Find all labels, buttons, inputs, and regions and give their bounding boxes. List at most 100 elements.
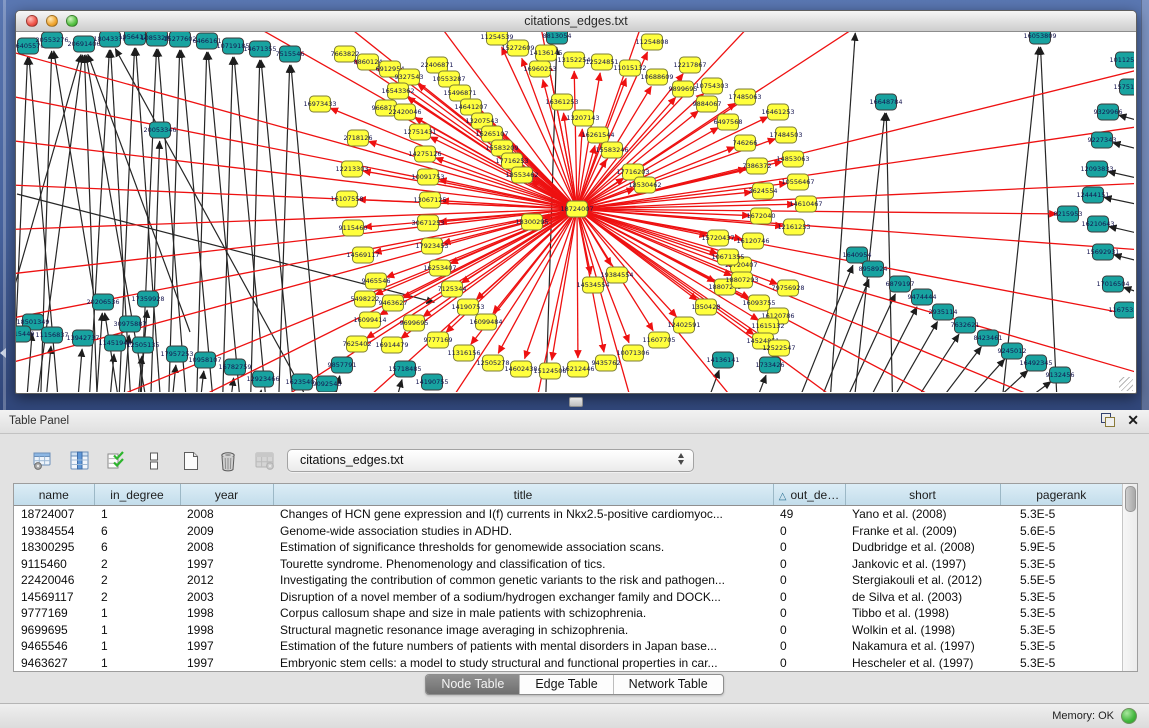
graph-node[interactable]: 1672040 — [747, 208, 776, 224]
graph-node[interactable]: 3624554 — [749, 183, 778, 199]
table-cell[interactable]: Disruption of a novel member of a sodium… — [273, 588, 773, 604]
graph-node[interactable]: 79756928 — [771, 280, 804, 296]
column-header-short[interactable]: short — [845, 484, 1000, 506]
table-cell[interactable]: 2012 — [180, 572, 273, 588]
graph-node[interactable]: 16261544 — [581, 127, 614, 143]
column-header-name[interactable]: name — [14, 484, 94, 506]
table-row[interactable]: 1830029562008Estimation of significance … — [14, 539, 1122, 555]
graph-node[interactable]: 9132456 — [1046, 367, 1075, 383]
table-cell[interactable]: 2008 — [180, 539, 273, 555]
graph-node[interactable]: 14275126 — [408, 146, 441, 162]
table-cell[interactable]: 5.3E-5 — [1000, 605, 1122, 621]
graph-node[interactable]: 8958924 — [859, 261, 888, 277]
table-cell[interactable]: Structural magnetic resonance image aver… — [273, 621, 773, 637]
graph-node[interactable]: 9329966 — [1094, 104, 1123, 120]
table-cell[interactable]: 5.3E-5 — [1000, 506, 1122, 523]
graph-node[interactable]: 16210643 — [1081, 216, 1114, 232]
table-row[interactable]: 1456911722003Disruption of a novel membe… — [14, 588, 1122, 604]
row-height-button[interactable] — [141, 448, 167, 474]
graph-node[interactable]: 14190755 — [415, 374, 448, 390]
table-cell[interactable]: 0 — [773, 588, 845, 604]
graph-node[interactable]: 9092545 — [313, 376, 342, 392]
table-cell[interactable]: 19384554 — [14, 523, 94, 539]
table-cell[interactable]: 22420046 — [14, 572, 94, 588]
graph-node[interactable]: 7632621 — [951, 317, 980, 333]
graph-node[interactable]: 9463627 — [379, 295, 408, 311]
delete-table-button[interactable] — [215, 448, 241, 474]
table-cell[interactable]: Franke et al. (2009) — [845, 523, 1000, 539]
graph-node[interactable]: 8423461 — [974, 330, 1003, 346]
graph-node[interactable]: 9884067 — [693, 96, 722, 112]
table-cell[interactable]: 0 — [773, 539, 845, 555]
graph-node[interactable]: 30975887 — [113, 316, 146, 332]
table-cell[interactable]: 1 — [94, 638, 180, 654]
graph-node[interactable]: 5498222 — [351, 291, 380, 307]
select-rows-check-button[interactable] — [104, 448, 130, 474]
graph-node[interactable]: 9699695 — [400, 315, 429, 331]
table-cell[interactable]: 5.3E-5 — [1000, 621, 1122, 637]
close-panel-icon[interactable]: ✕ — [1127, 413, 1139, 427]
graph-node[interactable]: 10071306 — [616, 345, 649, 361]
graph-node[interactable]: 10112534 — [1109, 52, 1134, 68]
table-cell[interactable]: 9699695 — [14, 621, 94, 637]
graph-node[interactable]: 7515546 — [276, 46, 305, 62]
east-panel-divider[interactable] — [1141, 0, 1149, 410]
table-cell[interactable]: 1 — [94, 605, 180, 621]
table-cell[interactable]: 5.3E-5 — [1000, 638, 1122, 654]
graph-node[interactable]: 10754303 — [695, 78, 728, 94]
table-cell[interactable]: 5.6E-5 — [1000, 523, 1122, 539]
table-row[interactable]: 2242004622012Investigating the contribut… — [14, 572, 1122, 588]
table-cell[interactable]: Investigating the contribution of common… — [273, 572, 773, 588]
graph-node[interactable]: 13207143 — [566, 110, 599, 126]
import-table-button-disabled[interactable] — [252, 448, 278, 474]
graph-node[interactable]: 14136141 — [706, 352, 739, 368]
graph-node[interactable]: 746266 — [733, 135, 758, 151]
table-cell[interactable]: 1 — [94, 506, 180, 523]
table-cell[interactable]: 0 — [773, 523, 845, 539]
table-cell[interactable]: 1997 — [180, 555, 273, 571]
table-row[interactable]: 911546021997Tourette syndrome. Phenomeno… — [14, 555, 1122, 571]
graph-node[interactable]: 14569117 — [346, 247, 379, 263]
scrollbar-thumb[interactable] — [1125, 486, 1136, 512]
table-cell[interactable]: 5.3E-5 — [1000, 588, 1122, 604]
select-column-button[interactable] — [67, 448, 93, 474]
table-settings-button[interactable] — [30, 448, 56, 474]
node-table-grid[interactable]: namein_degreeyeartitle△out_de…shortpager… — [14, 484, 1122, 671]
table-cell[interactable]: Embryonic stem cells: a model to study s… — [273, 654, 773, 671]
tab-edge-table[interactable]: Edge Table — [519, 675, 612, 694]
table-cell[interactable]: 2 — [94, 588, 180, 604]
table-cell[interactable]: 2003 — [180, 588, 273, 604]
tab-network-table[interactable]: Network Table — [613, 675, 723, 694]
table-cell[interactable]: 6 — [94, 523, 180, 539]
table-cell[interactable]: 49 — [773, 506, 845, 523]
collapse-west-panel-arrow-icon[interactable] — [0, 348, 6, 358]
graph-node[interactable]: 17359928 — [131, 291, 164, 307]
table-row[interactable]: 1938455462009Genome-wide association stu… — [14, 523, 1122, 539]
table-cell[interactable]: 5.5E-5 — [1000, 572, 1122, 588]
graph-node[interactable]: 17484503 — [769, 127, 802, 143]
graph-node[interactable]: 11607705 — [642, 332, 675, 348]
graph-node[interactable]: 12402591 — [667, 317, 700, 333]
table-cell[interactable]: Tourette syndrome. Phenomenology and cla… — [273, 555, 773, 571]
table-cell[interactable]: 0 — [773, 654, 845, 671]
graph-node[interactable]: 9115460 — [339, 220, 368, 236]
graph-node[interactable]: 30671253 — [411, 215, 444, 231]
table-cell[interactable]: Yano et al. (2008) — [845, 506, 1000, 523]
table-cell[interactable]: 0 — [773, 638, 845, 654]
table-row[interactable]: 969969511998Structural magnetic resonanc… — [14, 621, 1122, 637]
memory-ok-indicator-icon[interactable] — [1121, 708, 1137, 724]
table-cell[interactable]: Estimation of the future numbers of pati… — [273, 638, 773, 654]
graph-node[interactable]: 9857791 — [328, 357, 357, 373]
table-cell[interactable]: Tibbo et al. (1998) — [845, 605, 1000, 621]
table-cell[interactable]: 0 — [773, 572, 845, 588]
graph-node[interactable]: 11254808 — [635, 34, 668, 50]
table-cell[interactable]: Dudbridge et al. (2008) — [845, 539, 1000, 555]
table-cell[interactable]: 5.3E-5 — [1000, 555, 1122, 571]
graph-node[interactable]: 10556467 — [781, 174, 814, 190]
table-cell[interactable]: de Silva et al. (2003) — [845, 588, 1000, 604]
table-cell[interactable]: Corpus callosum shape and size in male p… — [273, 605, 773, 621]
table-cell[interactable]: 9465546 — [14, 638, 94, 654]
window-titlebar[interactable]: citations_edges.txt — [16, 11, 1136, 32]
graph-node[interactable]: 16120746 — [736, 233, 769, 249]
graph-node[interactable]: 2935114 — [929, 304, 958, 320]
